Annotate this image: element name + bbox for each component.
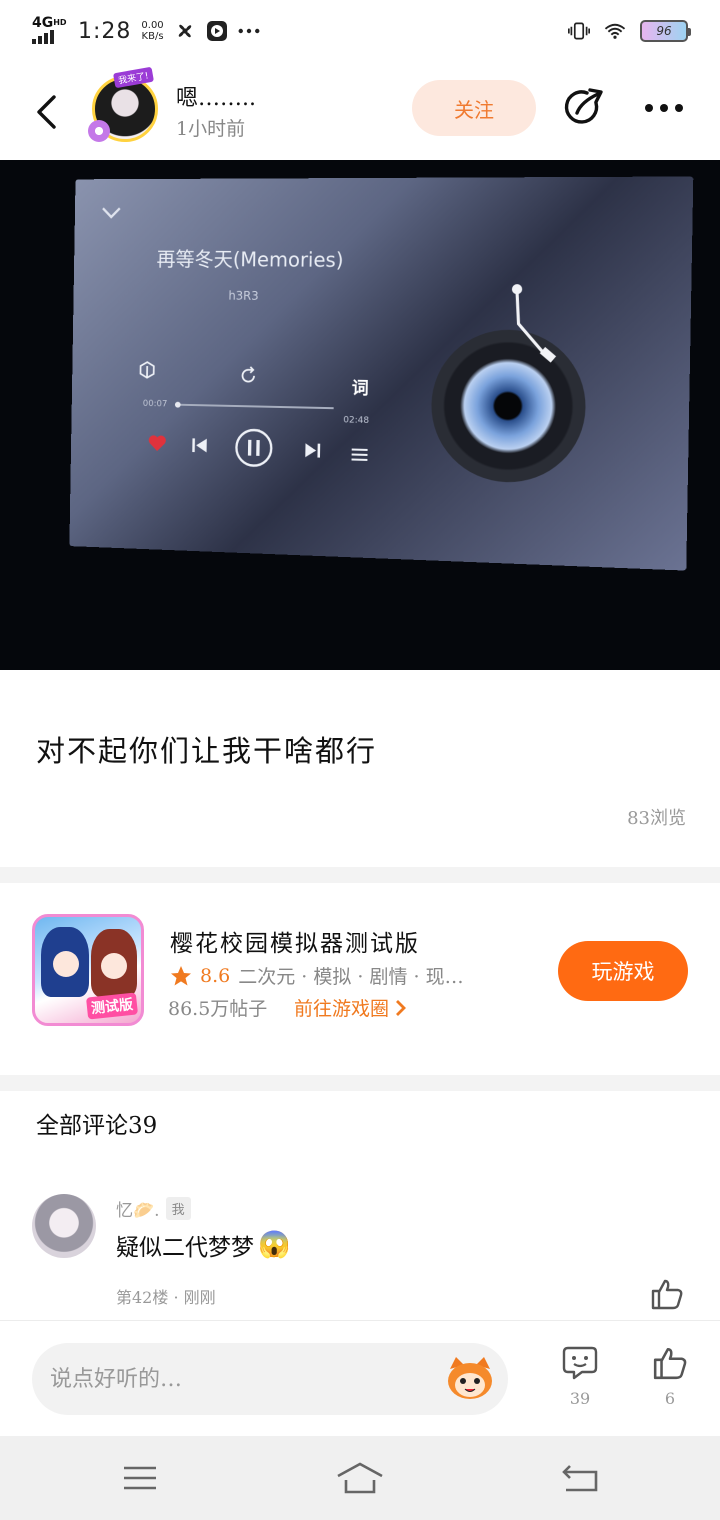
total-time: 02:48 — [343, 415, 370, 426]
post-time: 1小时前 — [176, 118, 246, 140]
view-count: 83浏览 — [627, 808, 686, 829]
pause-icon — [233, 427, 274, 470]
game-rating: 8.6 — [200, 964, 231, 987]
comment-meta: 第42楼 · 刚刚 — [116, 1288, 216, 1307]
network-sup: HD — [53, 18, 67, 27]
mascot-emoji-icon[interactable] — [444, 1355, 496, 1401]
like-button[interactable]: 6 — [646, 1345, 694, 1408]
home-icon — [337, 1462, 383, 1494]
game-meta: 8.6 二次元 · 模拟 · 剧情 · 现… — [170, 962, 464, 989]
network-speed: 0.00 KB/s — [141, 20, 163, 42]
cellular-signal-icon: 4GHD — [32, 15, 68, 44]
post-image[interactable]: 再等冬天(Memories) h3R3 词 00:07 02:48 — [0, 160, 720, 670]
chevron-right-icon — [396, 999, 406, 1016]
comment-bubble-icon — [562, 1346, 598, 1380]
tonearm-icon — [509, 284, 557, 376]
back-button[interactable] — [28, 90, 64, 134]
dot-icon — [675, 104, 683, 112]
dot-icon — [645, 104, 653, 112]
fan-icon — [174, 20, 196, 42]
lyrics-button-label: 词 — [351, 378, 369, 399]
section-divider — [0, 867, 720, 883]
speed-unit: KB/s — [141, 31, 164, 42]
clock: 1:28 — [78, 18, 132, 44]
game-tags: 二次元 · 模拟 · 剧情 · 现… — [238, 966, 464, 988]
game-name[interactable]: 樱花校园模拟器测试版 — [170, 924, 420, 958]
system-back-button[interactable] — [550, 1458, 610, 1498]
play-game-button[interactable]: 玩游戏 — [558, 941, 688, 1001]
comment-count: 39 — [569, 1389, 591, 1408]
scream-emoji-icon: 😱 — [258, 1230, 291, 1260]
game-circle-link[interactable]: 前往游戏圈 — [294, 994, 407, 1021]
back-arrow-icon — [562, 1465, 598, 1492]
battery-level: 96 — [656, 24, 672, 38]
playlist-icon — [352, 449, 368, 462]
media-play-icon — [206, 20, 228, 42]
flower-decoration-icon — [88, 120, 110, 142]
recent-apps-button[interactable] — [110, 1458, 170, 1498]
more-options-button[interactable] — [638, 84, 690, 132]
music-player-screen: 再等冬天(Memories) h3R3 词 00:07 02:48 — [69, 176, 694, 571]
author-name[interactable]: 嗯…….. — [176, 80, 256, 112]
status-bar: 4GHD 1:28 0.00 KB/s 96 — [0, 0, 720, 62]
home-button[interactable] — [330, 1458, 390, 1498]
previous-track-icon — [192, 438, 207, 453]
wifi-icon — [604, 20, 626, 42]
comment-input[interactable] — [50, 1343, 430, 1415]
chevron-down-icon — [101, 206, 122, 220]
section-divider — [0, 1075, 720, 1091]
progress-bar — [174, 401, 334, 410]
share-button[interactable] — [560, 84, 608, 132]
author-avatar[interactable]: 我来了! — [88, 66, 162, 148]
elapsed-time: 00:07 — [142, 399, 168, 410]
post-header: 我来了! 嗯…….. 1小时前 关注 — [0, 62, 720, 160]
next-track-icon — [305, 443, 321, 458]
system-navigation-bar — [0, 1436, 720, 1520]
self-badge: 我 — [165, 1197, 191, 1220]
game-icon[interactable]: 测试版 — [32, 914, 144, 1026]
game-post-count: 86.5万帖子 — [168, 998, 268, 1020]
song-title: 再等冬天(Memories) — [156, 247, 344, 272]
commenter-name-row: 忆🥟. 我 — [116, 1196, 191, 1221]
comment-text: 疑似二代梦梦 — [116, 1235, 254, 1261]
commenter-name[interactable]: 忆🥟. — [116, 1196, 160, 1221]
effects-icon — [138, 360, 157, 380]
post-caption: 对不起你们让我干啥都行 — [36, 734, 378, 768]
song-artist: h3R3 — [228, 288, 259, 303]
chevron-left-icon — [37, 95, 56, 129]
thumbs-up-icon — [651, 1279, 683, 1310]
network-type: 4G — [32, 15, 54, 31]
like-count: 6 — [664, 1389, 676, 1408]
follow-button[interactable]: 关注 — [412, 80, 536, 136]
comment-like-button[interactable] — [650, 1278, 686, 1312]
game-circle-link-label: 前往游戏圈 — [294, 998, 390, 1020]
speed-value: 0.00 — [141, 20, 164, 31]
more-notifications-icon — [238, 20, 260, 42]
heart-icon — [148, 435, 166, 452]
dot-icon — [660, 104, 668, 112]
comments-header: 全部评论39 — [36, 1113, 158, 1139]
menu-icon — [124, 1466, 156, 1490]
vibrate-icon — [568, 20, 590, 42]
star-icon — [171, 965, 191, 985]
commenter-avatar[interactable] — [32, 1194, 96, 1258]
thumbs-up-icon — [653, 1347, 687, 1380]
comment-input-bar: 39 6 — [0, 1320, 720, 1436]
comment-input-container[interactable] — [32, 1343, 508, 1415]
game-icon-tag: 测试版 — [85, 992, 139, 1020]
battery-icon: 96 — [640, 20, 691, 42]
comments-button[interactable]: 39 — [556, 1345, 604, 1408]
repeat-icon — [238, 366, 258, 386]
share-icon — [564, 88, 603, 124]
comment-text-row: 疑似二代梦梦 😱 — [116, 1228, 290, 1262]
